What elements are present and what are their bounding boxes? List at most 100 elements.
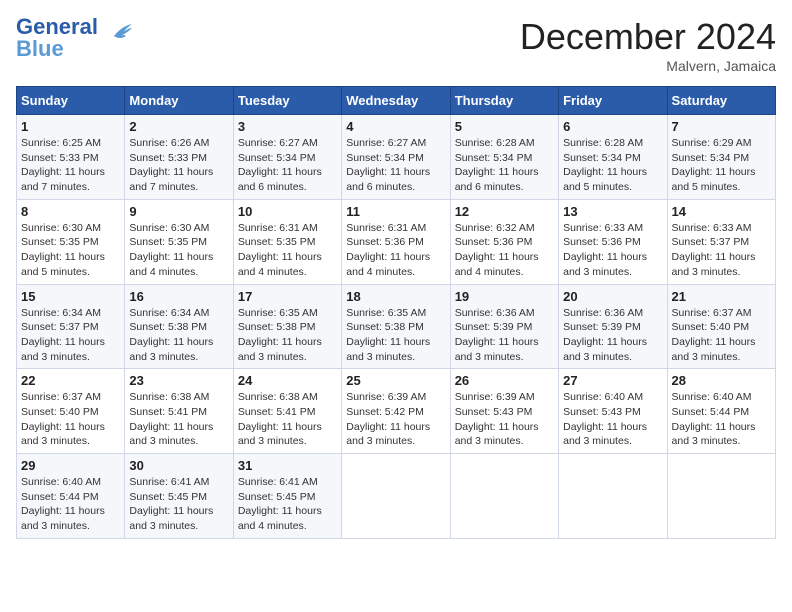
day-number: 23 — [129, 373, 228, 388]
day-number: 14 — [672, 204, 771, 219]
logo-bird-icon — [104, 18, 134, 48]
day-number: 13 — [563, 204, 662, 219]
day-cell: 9 Sunrise: 6:30 AMSunset: 5:35 PMDayligh… — [125, 199, 233, 284]
day-cell: 20 Sunrise: 6:36 AMSunset: 5:39 PMDaylig… — [559, 284, 667, 369]
day-info: Sunrise: 6:40 AMSunset: 5:44 PMDaylight:… — [672, 390, 771, 449]
day-cell: 5 Sunrise: 6:28 AMSunset: 5:34 PMDayligh… — [450, 115, 558, 200]
header-cell-wednesday: Wednesday — [342, 87, 450, 115]
header-cell-sunday: Sunday — [17, 87, 125, 115]
day-info: Sunrise: 6:29 AMSunset: 5:34 PMDaylight:… — [672, 136, 771, 195]
day-info: Sunrise: 6:35 AMSunset: 5:38 PMDaylight:… — [238, 306, 337, 365]
day-number: 27 — [563, 373, 662, 388]
day-cell: 8 Sunrise: 6:30 AMSunset: 5:35 PMDayligh… — [17, 199, 125, 284]
day-number: 9 — [129, 204, 228, 219]
day-info: Sunrise: 6:37 AMSunset: 5:40 PMDaylight:… — [672, 306, 771, 365]
day-cell: 12 Sunrise: 6:32 AMSunset: 5:36 PMDaylig… — [450, 199, 558, 284]
day-number: 2 — [129, 119, 228, 134]
day-cell: 11 Sunrise: 6:31 AMSunset: 5:36 PMDaylig… — [342, 199, 450, 284]
day-number: 16 — [129, 289, 228, 304]
day-number: 24 — [238, 373, 337, 388]
calendar-body: 1 Sunrise: 6:25 AMSunset: 5:33 PMDayligh… — [17, 115, 776, 539]
day-info: Sunrise: 6:34 AMSunset: 5:38 PMDaylight:… — [129, 306, 228, 365]
day-cell — [342, 454, 450, 539]
day-number: 10 — [238, 204, 337, 219]
day-cell — [559, 454, 667, 539]
day-cell — [450, 454, 558, 539]
day-info: Sunrise: 6:26 AMSunset: 5:33 PMDaylight:… — [129, 136, 228, 195]
day-info: Sunrise: 6:41 AMSunset: 5:45 PMDaylight:… — [129, 475, 228, 534]
month-title: December 2024 — [520, 16, 776, 58]
day-info: Sunrise: 6:34 AMSunset: 5:37 PMDaylight:… — [21, 306, 120, 365]
logo: GeneralBlue — [16, 16, 134, 60]
day-info: Sunrise: 6:31 AMSunset: 5:36 PMDaylight:… — [346, 221, 445, 280]
header-cell-saturday: Saturday — [667, 87, 775, 115]
day-info: Sunrise: 6:33 AMSunset: 5:37 PMDaylight:… — [672, 221, 771, 280]
day-info: Sunrise: 6:25 AMSunset: 5:33 PMDaylight:… — [21, 136, 120, 195]
day-cell: 10 Sunrise: 6:31 AMSunset: 5:35 PMDaylig… — [233, 199, 341, 284]
day-number: 12 — [455, 204, 554, 219]
day-info: Sunrise: 6:35 AMSunset: 5:38 PMDaylight:… — [346, 306, 445, 365]
day-info: Sunrise: 6:41 AMSunset: 5:45 PMDaylight:… — [238, 475, 337, 534]
week-row-4: 22 Sunrise: 6:37 AMSunset: 5:40 PMDaylig… — [17, 369, 776, 454]
week-row-1: 1 Sunrise: 6:25 AMSunset: 5:33 PMDayligh… — [17, 115, 776, 200]
day-info: Sunrise: 6:38 AMSunset: 5:41 PMDaylight:… — [129, 390, 228, 449]
day-cell: 3 Sunrise: 6:27 AMSunset: 5:34 PMDayligh… — [233, 115, 341, 200]
header-cell-monday: Monday — [125, 87, 233, 115]
header-cell-thursday: Thursday — [450, 87, 558, 115]
day-number: 4 — [346, 119, 445, 134]
day-cell: 21 Sunrise: 6:37 AMSunset: 5:40 PMDaylig… — [667, 284, 775, 369]
day-cell: 7 Sunrise: 6:29 AMSunset: 5:34 PMDayligh… — [667, 115, 775, 200]
day-cell: 2 Sunrise: 6:26 AMSunset: 5:33 PMDayligh… — [125, 115, 233, 200]
week-row-3: 15 Sunrise: 6:34 AMSunset: 5:37 PMDaylig… — [17, 284, 776, 369]
day-number: 7 — [672, 119, 771, 134]
day-cell: 24 Sunrise: 6:38 AMSunset: 5:41 PMDaylig… — [233, 369, 341, 454]
day-number: 6 — [563, 119, 662, 134]
day-number: 26 — [455, 373, 554, 388]
day-number: 25 — [346, 373, 445, 388]
day-number: 21 — [672, 289, 771, 304]
day-cell: 4 Sunrise: 6:27 AMSunset: 5:34 PMDayligh… — [342, 115, 450, 200]
day-cell: 18 Sunrise: 6:35 AMSunset: 5:38 PMDaylig… — [342, 284, 450, 369]
day-number: 22 — [21, 373, 120, 388]
calendar-table: SundayMondayTuesdayWednesdayThursdayFrid… — [16, 86, 776, 539]
day-cell: 6 Sunrise: 6:28 AMSunset: 5:34 PMDayligh… — [559, 115, 667, 200]
day-cell: 13 Sunrise: 6:33 AMSunset: 5:36 PMDaylig… — [559, 199, 667, 284]
day-info: Sunrise: 6:40 AMSunset: 5:44 PMDaylight:… — [21, 475, 120, 534]
day-info: Sunrise: 6:38 AMSunset: 5:41 PMDaylight:… — [238, 390, 337, 449]
day-cell: 16 Sunrise: 6:34 AMSunset: 5:38 PMDaylig… — [125, 284, 233, 369]
day-info: Sunrise: 6:40 AMSunset: 5:43 PMDaylight:… — [563, 390, 662, 449]
day-info: Sunrise: 6:30 AMSunset: 5:35 PMDaylight:… — [21, 221, 120, 280]
day-info: Sunrise: 6:27 AMSunset: 5:34 PMDaylight:… — [238, 136, 337, 195]
header-cell-friday: Friday — [559, 87, 667, 115]
day-cell: 19 Sunrise: 6:36 AMSunset: 5:39 PMDaylig… — [450, 284, 558, 369]
header-row: SundayMondayTuesdayWednesdayThursdayFrid… — [17, 87, 776, 115]
day-number: 19 — [455, 289, 554, 304]
day-info: Sunrise: 6:28 AMSunset: 5:34 PMDaylight:… — [455, 136, 554, 195]
day-cell: 1 Sunrise: 6:25 AMSunset: 5:33 PMDayligh… — [17, 115, 125, 200]
location: Malvern, Jamaica — [520, 58, 776, 74]
day-info: Sunrise: 6:36 AMSunset: 5:39 PMDaylight:… — [455, 306, 554, 365]
day-cell: 29 Sunrise: 6:40 AMSunset: 5:44 PMDaylig… — [17, 454, 125, 539]
week-row-5: 29 Sunrise: 6:40 AMSunset: 5:44 PMDaylig… — [17, 454, 776, 539]
day-number: 28 — [672, 373, 771, 388]
day-cell — [667, 454, 775, 539]
day-info: Sunrise: 6:39 AMSunset: 5:42 PMDaylight:… — [346, 390, 445, 449]
day-number: 30 — [129, 458, 228, 473]
day-number: 1 — [21, 119, 120, 134]
calendar-header: SundayMondayTuesdayWednesdayThursdayFrid… — [17, 87, 776, 115]
day-number: 5 — [455, 119, 554, 134]
day-cell: 15 Sunrise: 6:34 AMSunset: 5:37 PMDaylig… — [17, 284, 125, 369]
day-cell: 25 Sunrise: 6:39 AMSunset: 5:42 PMDaylig… — [342, 369, 450, 454]
day-info: Sunrise: 6:32 AMSunset: 5:36 PMDaylight:… — [455, 221, 554, 280]
day-info: Sunrise: 6:33 AMSunset: 5:36 PMDaylight:… — [563, 221, 662, 280]
day-cell: 22 Sunrise: 6:37 AMSunset: 5:40 PMDaylig… — [17, 369, 125, 454]
title-area: December 2024 Malvern, Jamaica — [520, 16, 776, 74]
day-info: Sunrise: 6:37 AMSunset: 5:40 PMDaylight:… — [21, 390, 120, 449]
day-cell: 14 Sunrise: 6:33 AMSunset: 5:37 PMDaylig… — [667, 199, 775, 284]
day-cell: 28 Sunrise: 6:40 AMSunset: 5:44 PMDaylig… — [667, 369, 775, 454]
day-number: 11 — [346, 204, 445, 219]
day-cell: 31 Sunrise: 6:41 AMSunset: 5:45 PMDaylig… — [233, 454, 341, 539]
day-number: 17 — [238, 289, 337, 304]
day-cell: 30 Sunrise: 6:41 AMSunset: 5:45 PMDaylig… — [125, 454, 233, 539]
page-header: GeneralBlue December 2024 Malvern, Jamai… — [16, 16, 776, 74]
